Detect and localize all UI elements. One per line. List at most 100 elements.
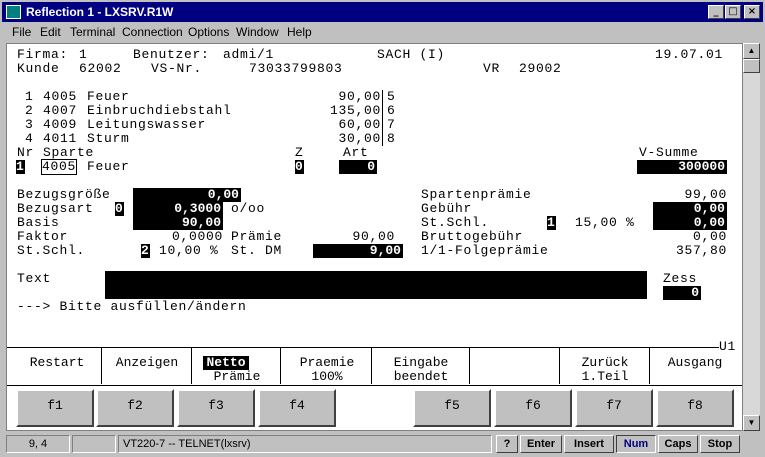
f7-button[interactable]: f7 [575, 389, 653, 427]
cursor-position: 9, 4 [6, 435, 70, 453]
f3-button[interactable]: f3 [177, 389, 255, 427]
folgepraemie-label: 1/1-Folgeprämie [421, 243, 549, 258]
scroll-down-button[interactable]: ▼ [743, 415, 760, 431]
menu-options[interactable]: Options [188, 25, 229, 39]
status-bar: 9, 4 VT220-7 -- TELNET(lxsrv) ? Enter In… [2, 433, 763, 455]
bezugsart-field[interactable]: 0,3000 [133, 202, 223, 216]
firma-label: Firma: [17, 47, 69, 62]
text-field[interactable] [105, 271, 647, 299]
list-item-pos: 2 [25, 103, 34, 118]
list-item-name: Einbruchdiebstahl [87, 103, 232, 118]
list-item-pos: 3 [25, 117, 34, 132]
list-item-ref: 5 [387, 89, 396, 104]
kunde-label: Kunde [17, 61, 60, 76]
fk-label-zurueck-line2[interactable]: 1.Teil [561, 370, 649, 384]
list-item-value: 30,00 [338, 131, 381, 146]
art-field[interactable]: 0 [339, 160, 377, 174]
menu-connection[interactable]: Connection [122, 25, 183, 39]
enter-key[interactable]: Enter [520, 435, 562, 453]
list-item-code: 4007 [43, 103, 78, 118]
menu-edit[interactable]: Edit [40, 25, 61, 39]
gebuehr-field[interactable]: 0,00 [653, 202, 727, 216]
fk-label-netto[interactable]: Netto [203, 356, 249, 370]
caps-key[interactable]: Caps [658, 435, 698, 453]
basis-field[interactable]: 90,00 [133, 216, 223, 230]
menu-file[interactable]: File [12, 25, 31, 39]
f6-button[interactable]: f6 [494, 389, 572, 427]
vsumme-field[interactable]: 300000 [637, 160, 727, 174]
menu-terminal[interactable]: Terminal [70, 25, 115, 39]
list-item-pos: 4 [25, 131, 34, 146]
fk-label-praemie-line2[interactable]: 100% [283, 370, 371, 384]
spartenpraemie-label: Spartenprämie [421, 187, 532, 202]
nr-field[interactable]: 1 [16, 160, 25, 174]
list-item-value: 90,00 [338, 89, 381, 104]
fk-label-zurueck[interactable]: Zurück [561, 356, 649, 370]
gebuehr-label: Gebühr [421, 201, 473, 216]
sach-indicator: SACH (I) [377, 47, 446, 62]
list-item-code: 4011 [43, 131, 78, 146]
list-item-code: 4005 [43, 89, 78, 104]
bezugsgroesse-label: Bezugsgröße [17, 187, 111, 202]
bezugsgroesse-field[interactable]: 0,00 [133, 188, 241, 202]
f1-button[interactable]: f1 [16, 389, 94, 427]
fk-divider [469, 348, 470, 384]
sparte-field[interactable]: 4005 [40, 159, 78, 175]
z-field[interactable]: 0 [295, 160, 304, 174]
scroll-up-button[interactable]: ▲ [743, 43, 760, 59]
f4-button[interactable]: f4 [258, 389, 336, 427]
fk-divider [649, 348, 650, 384]
window-title: Reflection 1 - LXSRV.R1W [26, 5, 174, 19]
fk-label-praemie[interactable]: Praemie [283, 356, 371, 370]
stop-key[interactable]: Stop [700, 435, 740, 453]
f8-button[interactable]: f8 [656, 389, 734, 427]
bruttogebuehr-value: 0,00 [692, 229, 727, 244]
num-key[interactable]: Num [616, 435, 656, 453]
stschl-percent: 10,00 % [159, 243, 219, 258]
folgepraemie-value: 357,80 [675, 243, 727, 258]
benutzer-label: Benutzer: [133, 47, 210, 62]
list-item-value: 135,00 [329, 103, 381, 118]
bezugsart-code-field[interactable]: 0 [115, 202, 124, 216]
firma-value: 1 [79, 47, 88, 62]
stschl-label: St.Schl. [17, 243, 86, 258]
stschl-code-field[interactable]: 2 [141, 244, 150, 258]
stschl2-field[interactable]: 0,00 [653, 216, 727, 230]
status-message: ---> Bitte ausfüllen/ändern [17, 299, 247, 314]
f5-button[interactable]: f5 [413, 389, 491, 427]
menu-help[interactable]: Help [287, 25, 312, 39]
minimize-button[interactable]: _ [708, 5, 724, 19]
faktor-label: Faktor [17, 229, 69, 244]
stschl2-code-field[interactable]: 1 [547, 216, 556, 230]
zess-label: Zess [663, 271, 698, 286]
menu-window[interactable]: Window [236, 25, 279, 39]
insert-key[interactable]: Insert [564, 435, 614, 453]
fk-label-ausgang[interactable]: Ausgang [651, 356, 739, 370]
fk-divider [559, 348, 560, 384]
fk-label-eingabe-line2[interactable]: beendet [373, 370, 469, 384]
list-item-ref: 7 [387, 117, 396, 132]
close-button[interactable]: × [744, 5, 760, 19]
vertical-scrollbar[interactable]: ▲ ▼ [743, 43, 760, 431]
fk-divider [191, 348, 192, 384]
list-item-name: Feuer [87, 89, 130, 104]
bezugsart-label: Bezugsart [17, 201, 94, 216]
scroll-thumb[interactable] [743, 59, 760, 73]
date: 19.07.01 [655, 47, 724, 62]
list-item-ref: 8 [387, 131, 396, 146]
fk-label-restart[interactable]: Restart [13, 356, 101, 370]
fk-label-netto-line2[interactable]: Prämie [193, 370, 281, 384]
fk-label-eingabe[interactable]: Eingabe [373, 356, 469, 370]
maximize-button[interactable]: □ [725, 5, 741, 19]
zess-field[interactable]: 0 [663, 286, 701, 300]
f2-button[interactable]: f2 [96, 389, 174, 427]
stdm-field[interactable]: 9,00 [313, 244, 403, 258]
praemie-value: 90,00 [352, 229, 395, 244]
title-bar: Reflection 1 - LXSRV.R1W _ □ × [2, 2, 763, 22]
list-item-value: 60,00 [338, 117, 381, 132]
fk-label-anzeigen[interactable]: Anzeigen [103, 356, 191, 370]
kunde-value: 62002 [79, 61, 122, 76]
help-key[interactable]: ? [496, 435, 518, 453]
session-info: VT220-7 -- TELNET(lxsrv) [118, 435, 492, 453]
terminal-screen[interactable]: Firma: 1 Benutzer: admi/1 SACH (I) 19.07… [6, 43, 743, 431]
